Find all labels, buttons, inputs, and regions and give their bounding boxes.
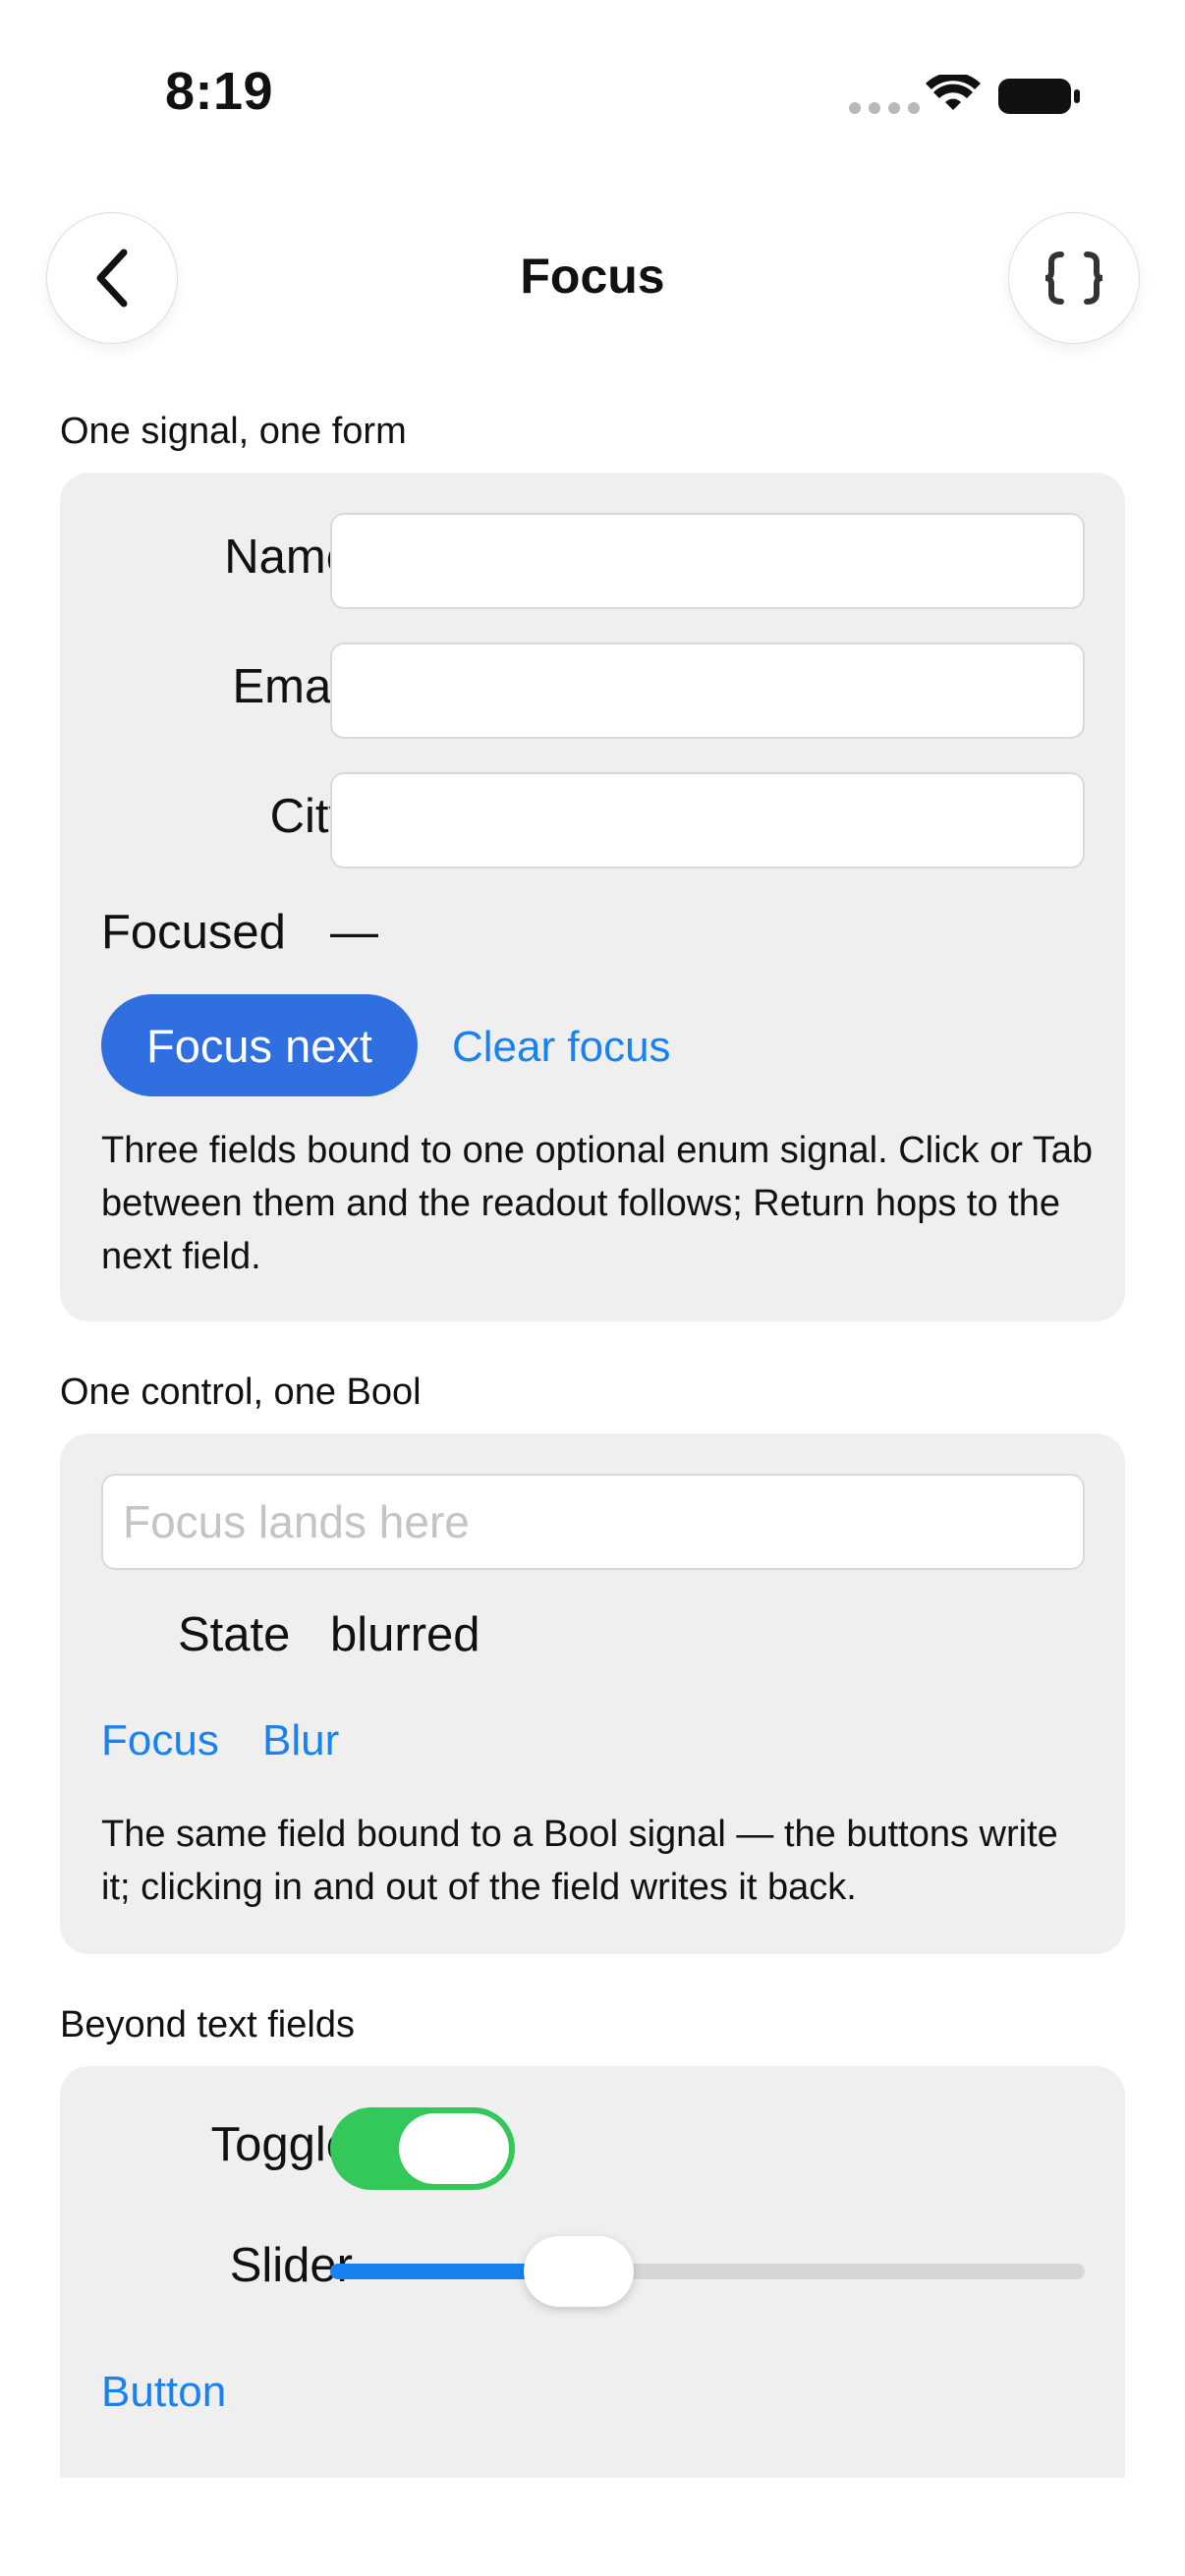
section-header-bool: One control, one Bool [60, 1372, 422, 1413]
status-time: 8:19 [165, 62, 274, 121]
toggle-label: Toggle [210, 2118, 353, 2171]
bool-description: The same field bound to a Bool signal — … [101, 1814, 1058, 1908]
city-label: City [269, 790, 353, 843]
blur-button[interactable]: Blur [262, 1716, 339, 1765]
email-label: Email [232, 660, 353, 713]
braces-icon [1044, 252, 1103, 305]
state-value: blurred [330, 1608, 480, 1661]
toggle-switch[interactable] [330, 2107, 515, 2190]
section-header-form: One signal, one form [60, 411, 407, 452]
plain-button[interactable]: Button [101, 2368, 226, 2417]
name-field[interactable] [330, 513, 1085, 609]
email-field[interactable] [330, 643, 1085, 739]
focused-value: — [330, 906, 378, 959]
slider-thumb[interactable] [524, 2236, 635, 2307]
form-card: Name Email City Focused — Focus next Cle… [60, 473, 1125, 1321]
form-description: Three fields bound to one optional enum … [101, 1130, 1094, 1277]
wifi-icon [926, 75, 981, 110]
focus-button[interactable]: Focus [101, 1716, 219, 1765]
slider-label: Slider [229, 2239, 353, 2292]
cellular-signal-icon [849, 102, 920, 114]
city-field[interactable] [330, 772, 1085, 868]
focus-target-field[interactable]: Focus lands here [101, 1474, 1085, 1570]
clear-focus-button[interactable]: Clear focus [452, 1023, 671, 1072]
controls-card: Toggle Slider Button [60, 2066, 1125, 2478]
focus-target-placeholder: Focus lands here [123, 1496, 470, 1547]
focus-next-button[interactable]: Focus next [101, 994, 418, 1096]
toggle-knob [399, 2113, 509, 2184]
bool-card: Focus lands here State blurred Focus Blu… [60, 1433, 1125, 1954]
slider-track[interactable] [330, 2236, 1085, 2307]
focused-label: Focused [101, 906, 286, 959]
code-button[interactable] [1008, 212, 1140, 344]
name-label: Name [224, 531, 353, 584]
state-label: State [178, 1608, 291, 1661]
battery-icon [998, 79, 1080, 114]
section-header-beyond: Beyond text fields [60, 2004, 355, 2045]
